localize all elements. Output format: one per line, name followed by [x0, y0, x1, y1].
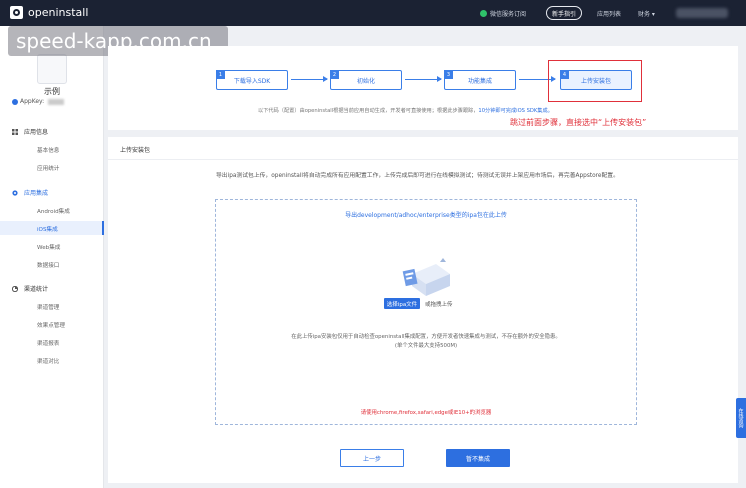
- arrow-right-icon: [291, 76, 328, 82]
- step-download-sdk[interactable]: 1 下载导入SDK: [216, 70, 288, 90]
- wechat-icon: [480, 10, 487, 17]
- step-init[interactable]: 2 初始化: [330, 70, 402, 90]
- sidebar-item-ios[interactable]: iOS集成: [37, 225, 58, 233]
- steps-note: 以下代码（配置）由openinstall根据当前应用自动生成，开发者可直接使用；…: [258, 108, 553, 114]
- prev-step-button[interactable]: 上一步: [340, 449, 404, 467]
- integration-steps: 1 下载导入SDK 2 初始化 3 功能集成 4 上传安装包 以下代码（配置）由…: [108, 46, 738, 130]
- dropzone-title: 导出development/adhoc/enterprise类型的ipa包在此上…: [345, 212, 507, 219]
- openinstall-logo-icon: [10, 6, 23, 19]
- sidebar: 示例 AppKey: 应用信息 基本信息 应用统计 应用集成 Android集成…: [0, 26, 104, 488]
- sidebar-item-channel-report[interactable]: 渠道报表: [37, 339, 59, 347]
- appkey-label: AppKey:: [20, 98, 45, 105]
- app-icon: [37, 54, 67, 84]
- appkey: AppKey:: [12, 98, 65, 105]
- annotation-note: 跳过前面步骤，直接选中“上传安装包”: [510, 118, 647, 127]
- online-consult-tab[interactable]: 在线咨询: [736, 398, 746, 438]
- sidebar-item-channel-mgmt[interactable]: 渠道管理: [37, 303, 59, 311]
- app-list-link[interactable]: 应用列表: [597, 9, 621, 18]
- step-feature[interactable]: 3 功能集成: [444, 70, 516, 90]
- wechat-label: 微信服务订阅: [490, 11, 527, 18]
- drag-upload-label: 或拖拽上传: [425, 302, 453, 308]
- sidebar-item-web[interactable]: Web集成: [37, 243, 60, 251]
- red-highlight-box: [548, 60, 642, 102]
- appkey-value: [48, 98, 65, 105]
- grid-icon: [12, 128, 18, 135]
- file-size-note: (单个文件最大支持500M): [394, 343, 458, 349]
- upload-illustration-icon: [402, 258, 450, 296]
- sidebar-item-app-stats[interactable]: 应用统计: [37, 164, 59, 172]
- upload-description: 导出ipa测试包上传，openinstall将自动完成所有应用配置工作，上传完成…: [216, 173, 619, 179]
- wechat-subscribe-link[interactable]: 微信服务订阅: [480, 9, 526, 18]
- sidebar-item-data-api[interactable]: 数据接口: [37, 261, 59, 269]
- upload-dropzone[interactable]: 导出development/adhoc/enterprise类型的ipa包在此上…: [215, 199, 637, 425]
- upload-panel: 上传安装包 导出ipa测试包上传，openinstall将自动完成所有应用配置工…: [108, 137, 738, 483]
- browser-note: 请使用chrome,firefox,safari,edge或IE10+的浏览器: [360, 410, 492, 416]
- steps-note-link[interactable]: 10分钟即可完成iOS SDK集成。: [478, 108, 552, 114]
- info-icon: [12, 98, 18, 105]
- sidebar-item-basic-info[interactable]: 基本信息: [37, 146, 59, 154]
- gear-icon: [12, 189, 18, 196]
- sidebar-section-integration[interactable]: 应用集成: [12, 188, 48, 197]
- sidebar-item-effect-mgmt[interactable]: 效果点管理: [37, 321, 65, 329]
- finance-menu[interactable]: 财务 ▾: [638, 9, 655, 18]
- select-ipa-button[interactable]: 选择ipa文件: [384, 298, 420, 309]
- sidebar-item-android[interactable]: Android集成: [37, 207, 70, 215]
- sidebar-section-channel-stats[interactable]: 渠道统计: [12, 284, 48, 293]
- logo-text[interactable]: openinstall: [28, 6, 88, 19]
- app-name: 示例: [44, 87, 60, 96]
- divider: [108, 159, 738, 160]
- top-navbar: openinstall 微信服务订阅 新手指引 应用列表 财务 ▾: [0, 0, 746, 26]
- user-account-menu[interactable]: [676, 8, 728, 18]
- dropzone-note: 在此上传ipa安装包仅用于自动检查openinstall集成配置，方便开发者快速…: [291, 334, 561, 340]
- guide-button[interactable]: 新手指引: [546, 6, 582, 20]
- panel-title: 上传安装包: [120, 147, 151, 154]
- skip-integration-button[interactable]: 暂不集成: [446, 449, 510, 467]
- chart-icon: [12, 285, 18, 292]
- arrow-right-icon: [405, 76, 442, 82]
- sidebar-item-channel-compare[interactable]: 渠道对比: [37, 357, 59, 365]
- sidebar-section-app-info[interactable]: 应用信息: [12, 127, 48, 136]
